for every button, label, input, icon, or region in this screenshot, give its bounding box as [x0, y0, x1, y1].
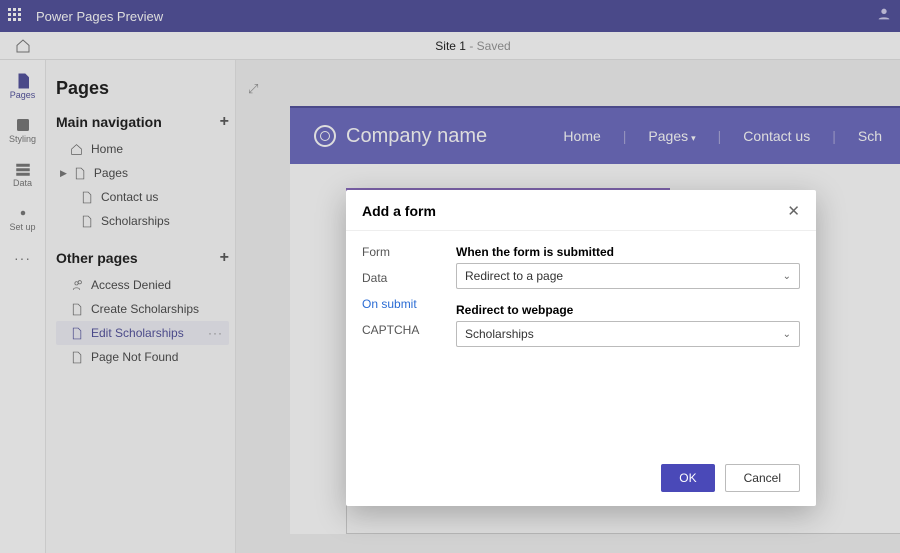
field-redirect-webpage: Redirect to webpage Scholarships⌄: [456, 303, 800, 347]
field2-label: Redirect to webpage: [456, 303, 800, 317]
tab-data[interactable]: Data: [362, 271, 456, 285]
add-form-dialog: Add a form ✕ Form Data On submit CAPTCHA…: [346, 190, 816, 506]
select-redirect-webpage[interactable]: Scholarships⌄: [456, 321, 800, 347]
chevron-down-icon: ⌄: [783, 271, 791, 282]
cancel-button[interactable]: Cancel: [725, 464, 800, 492]
select-when-submitted[interactable]: Redirect to a page⌄: [456, 263, 800, 289]
close-icon[interactable]: ✕: [787, 202, 800, 220]
ok-button[interactable]: OK: [661, 464, 714, 492]
dialog-title: Add a form: [362, 203, 436, 219]
tab-on-submit[interactable]: On submit: [362, 297, 456, 311]
chevron-down-icon: ⌄: [783, 329, 791, 340]
tab-form[interactable]: Form: [362, 245, 456, 259]
dialog-tabs: Form Data On submit CAPTCHA: [362, 245, 456, 452]
tab-captcha[interactable]: CAPTCHA: [362, 323, 456, 337]
field-when-submitted: When the form is submitted Redirect to a…: [456, 245, 800, 289]
field1-label: When the form is submitted: [456, 245, 800, 259]
